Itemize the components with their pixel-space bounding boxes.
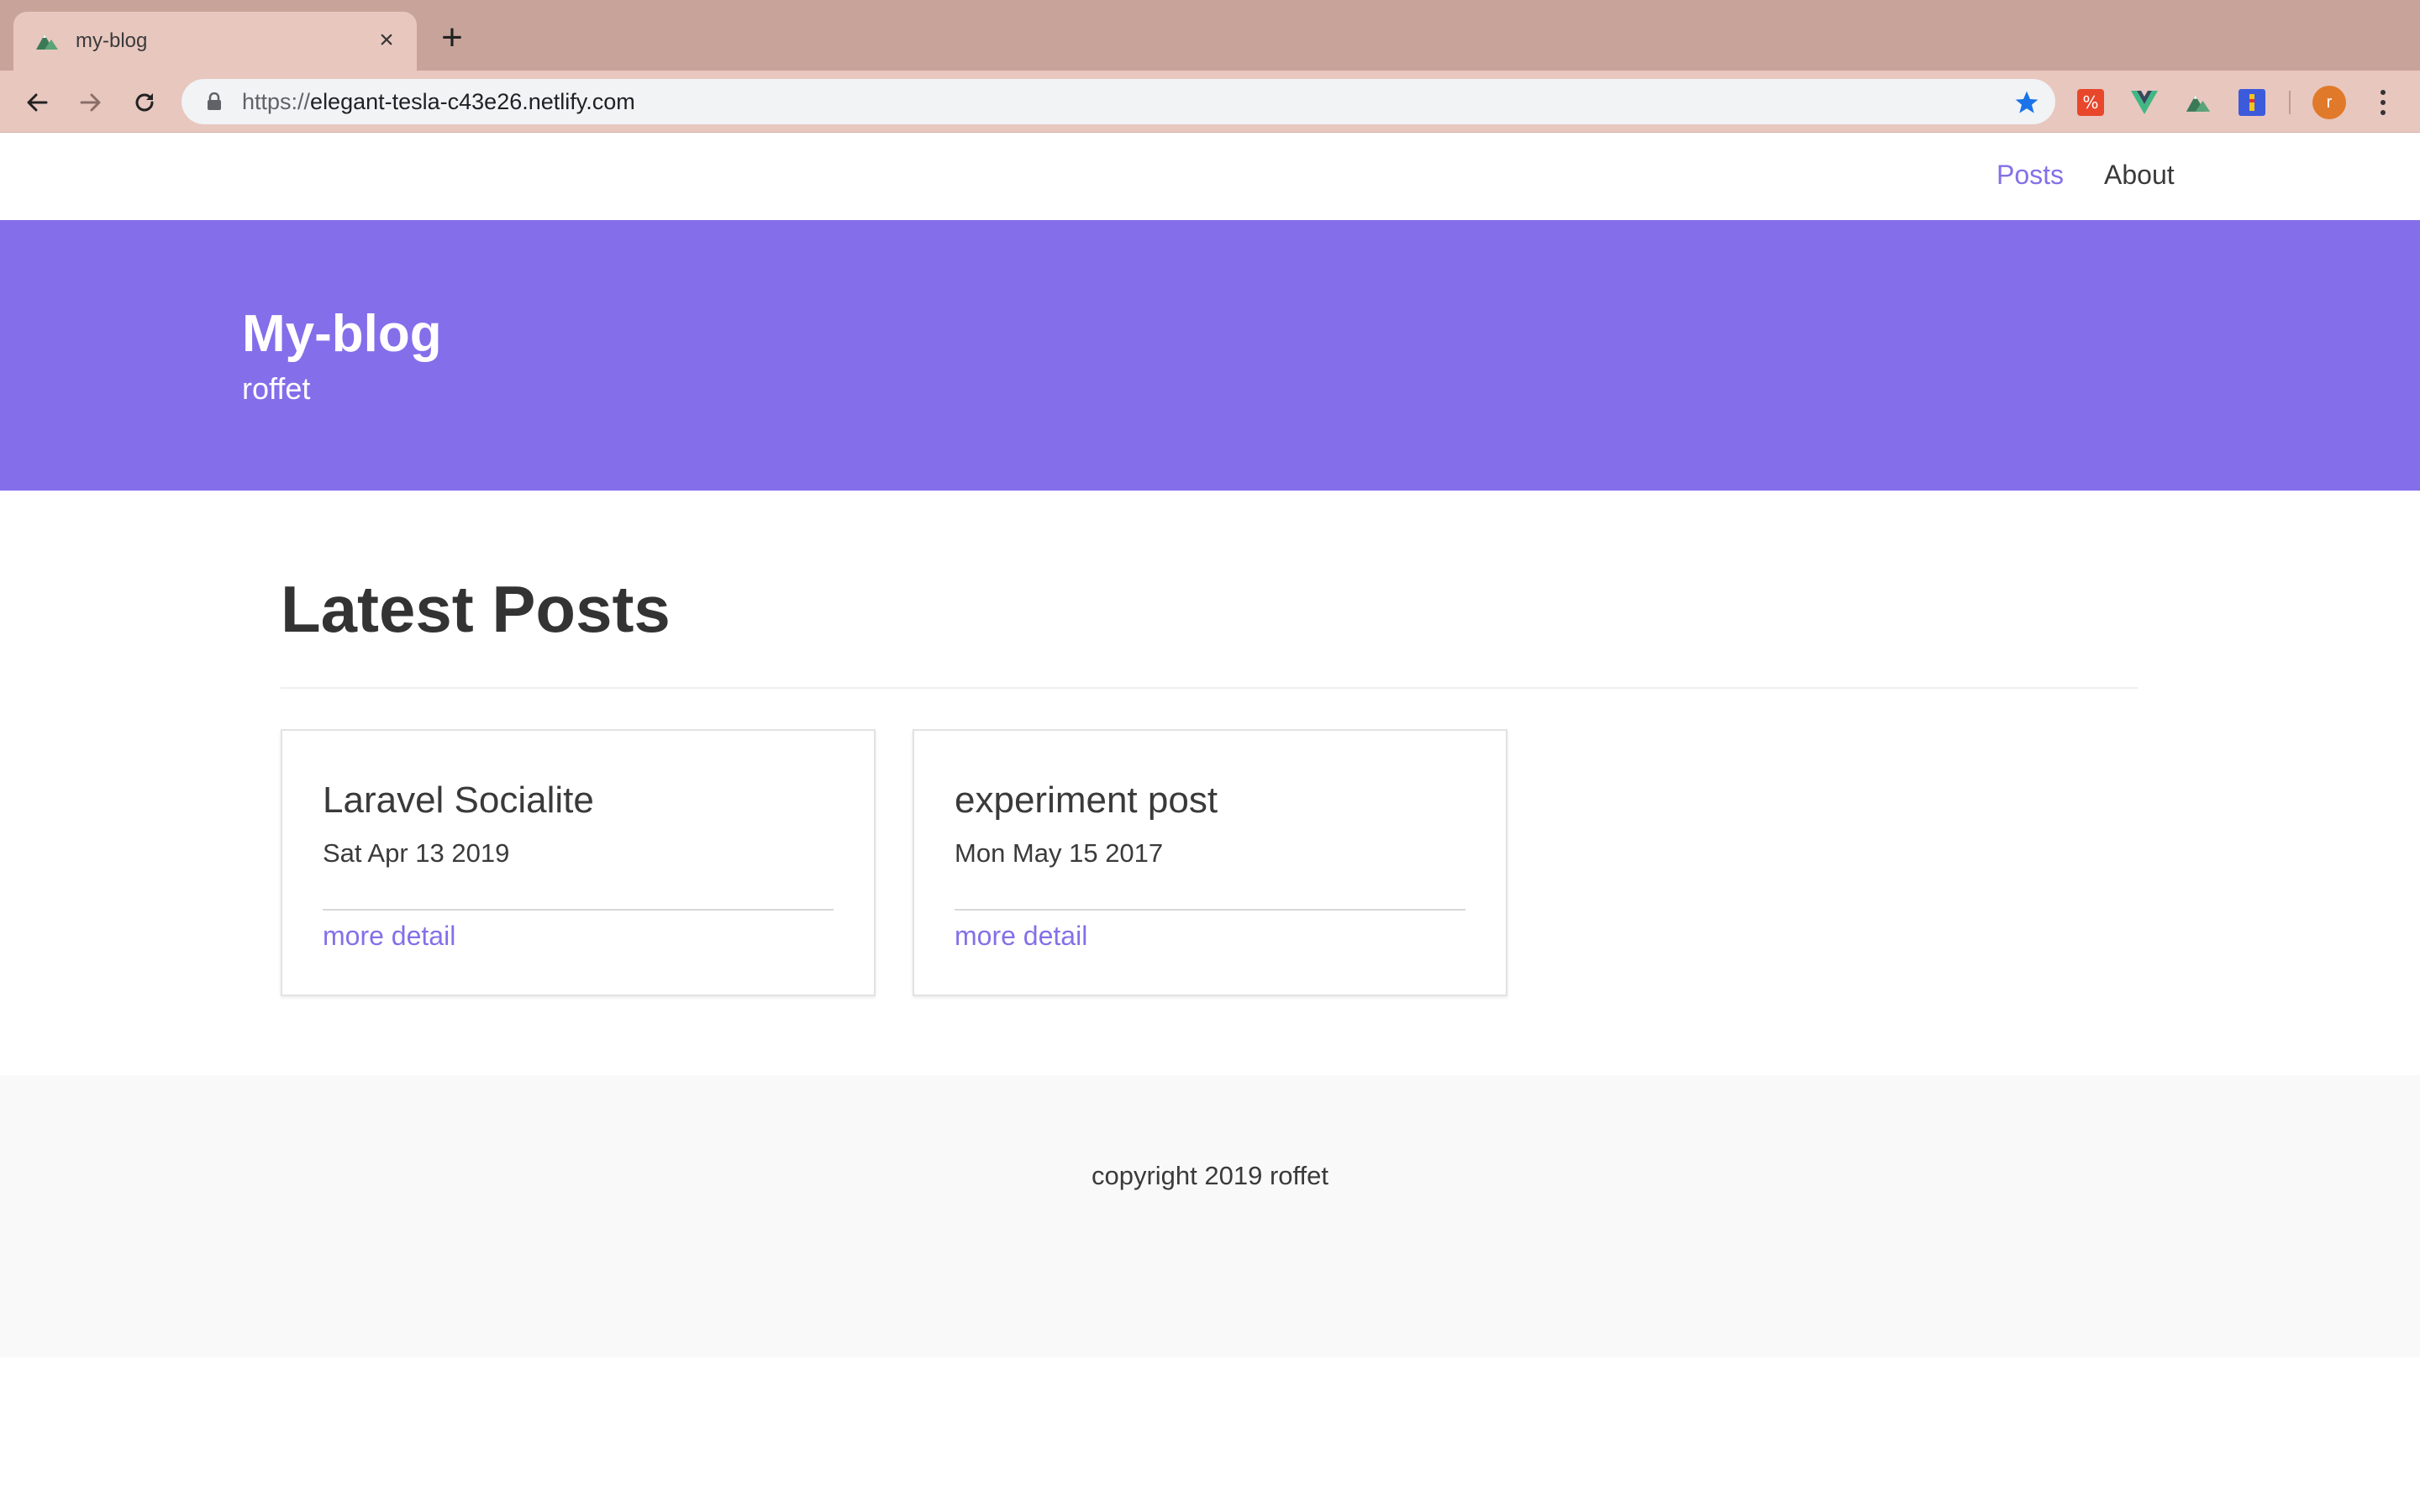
site-subtitle: roffet [242,371,311,406]
footer-copyright: copyright 2019 roffet [1091,1161,1329,1190]
divider [955,909,1465,911]
site-footer: copyright 2019 roffet [0,1075,2420,1357]
site-navbar: Posts About [0,133,2420,220]
bookmark-star-icon[interactable] [2013,89,2040,116]
more-detail-link[interactable]: more detail [955,921,1087,952]
post-date: Sat Apr 13 2019 [323,838,510,868]
nav-link-about[interactable]: About [2104,160,2175,191]
post-date: Mon May 15 2017 [955,838,1164,868]
toolbar-divider [2289,91,2291,114]
url-scheme: https:// [242,88,311,114]
new-tab-button[interactable]: + [435,19,469,56]
address-bar[interactable]: https://elegant-tesla-c43e26.netlify.com [182,79,2055,124]
url-text: https://elegant-tesla-c43e26.netlify.com [242,89,635,115]
divider [281,687,2138,689]
back-arrow-icon[interactable] [20,86,54,119]
site-title: My-blog [242,305,442,363]
more-detail-link[interactable]: more detail [323,921,455,952]
vue-icon[interactable] [2129,87,2160,118]
url-host: elegant-tesla-c43e26.netlify.com [310,88,635,114]
browser-tab-strip: my-blog × + [0,0,2420,71]
post-title: Laravel Socialite [323,780,594,821]
svg-text:%: % [2082,92,2098,113]
lock-icon [203,91,225,113]
forward-arrow-icon[interactable] [74,86,108,119]
page-title: Latest Posts [281,572,671,646]
post-card: Laravel Socialite Sat Apr 13 2019 more d… [281,729,876,996]
nav-link-posts[interactable]: Posts [1996,160,2064,191]
more-menu-icon[interactable] [2368,86,2398,119]
lighthouse-icon[interactable] [2237,87,2267,118]
mountain-icon[interactable] [2183,87,2213,118]
post-card: experiment post Mon May 15 2017 more det… [913,729,1507,996]
page-viewport: Posts About My-blog roffet Latest Posts … [0,133,2420,1512]
profile-avatar[interactable]: r [2312,86,2346,119]
mountain-icon [34,28,60,55]
tab-title: my-blog [76,29,148,52]
reload-icon[interactable] [128,86,161,119]
browser-toolbar: https://elegant-tesla-c43e26.netlify.com… [0,71,2420,133]
divider [323,909,834,911]
percent-icon[interactable]: % [2075,87,2106,118]
close-icon[interactable]: × [373,28,400,55]
browser-tab[interactable]: my-blog × [13,12,417,71]
post-list: Laravel Socialite Sat Apr 13 2019 more d… [281,729,2138,998]
post-title: experiment post [955,780,1218,821]
hero-banner: My-blog roffet [0,220,2420,491]
